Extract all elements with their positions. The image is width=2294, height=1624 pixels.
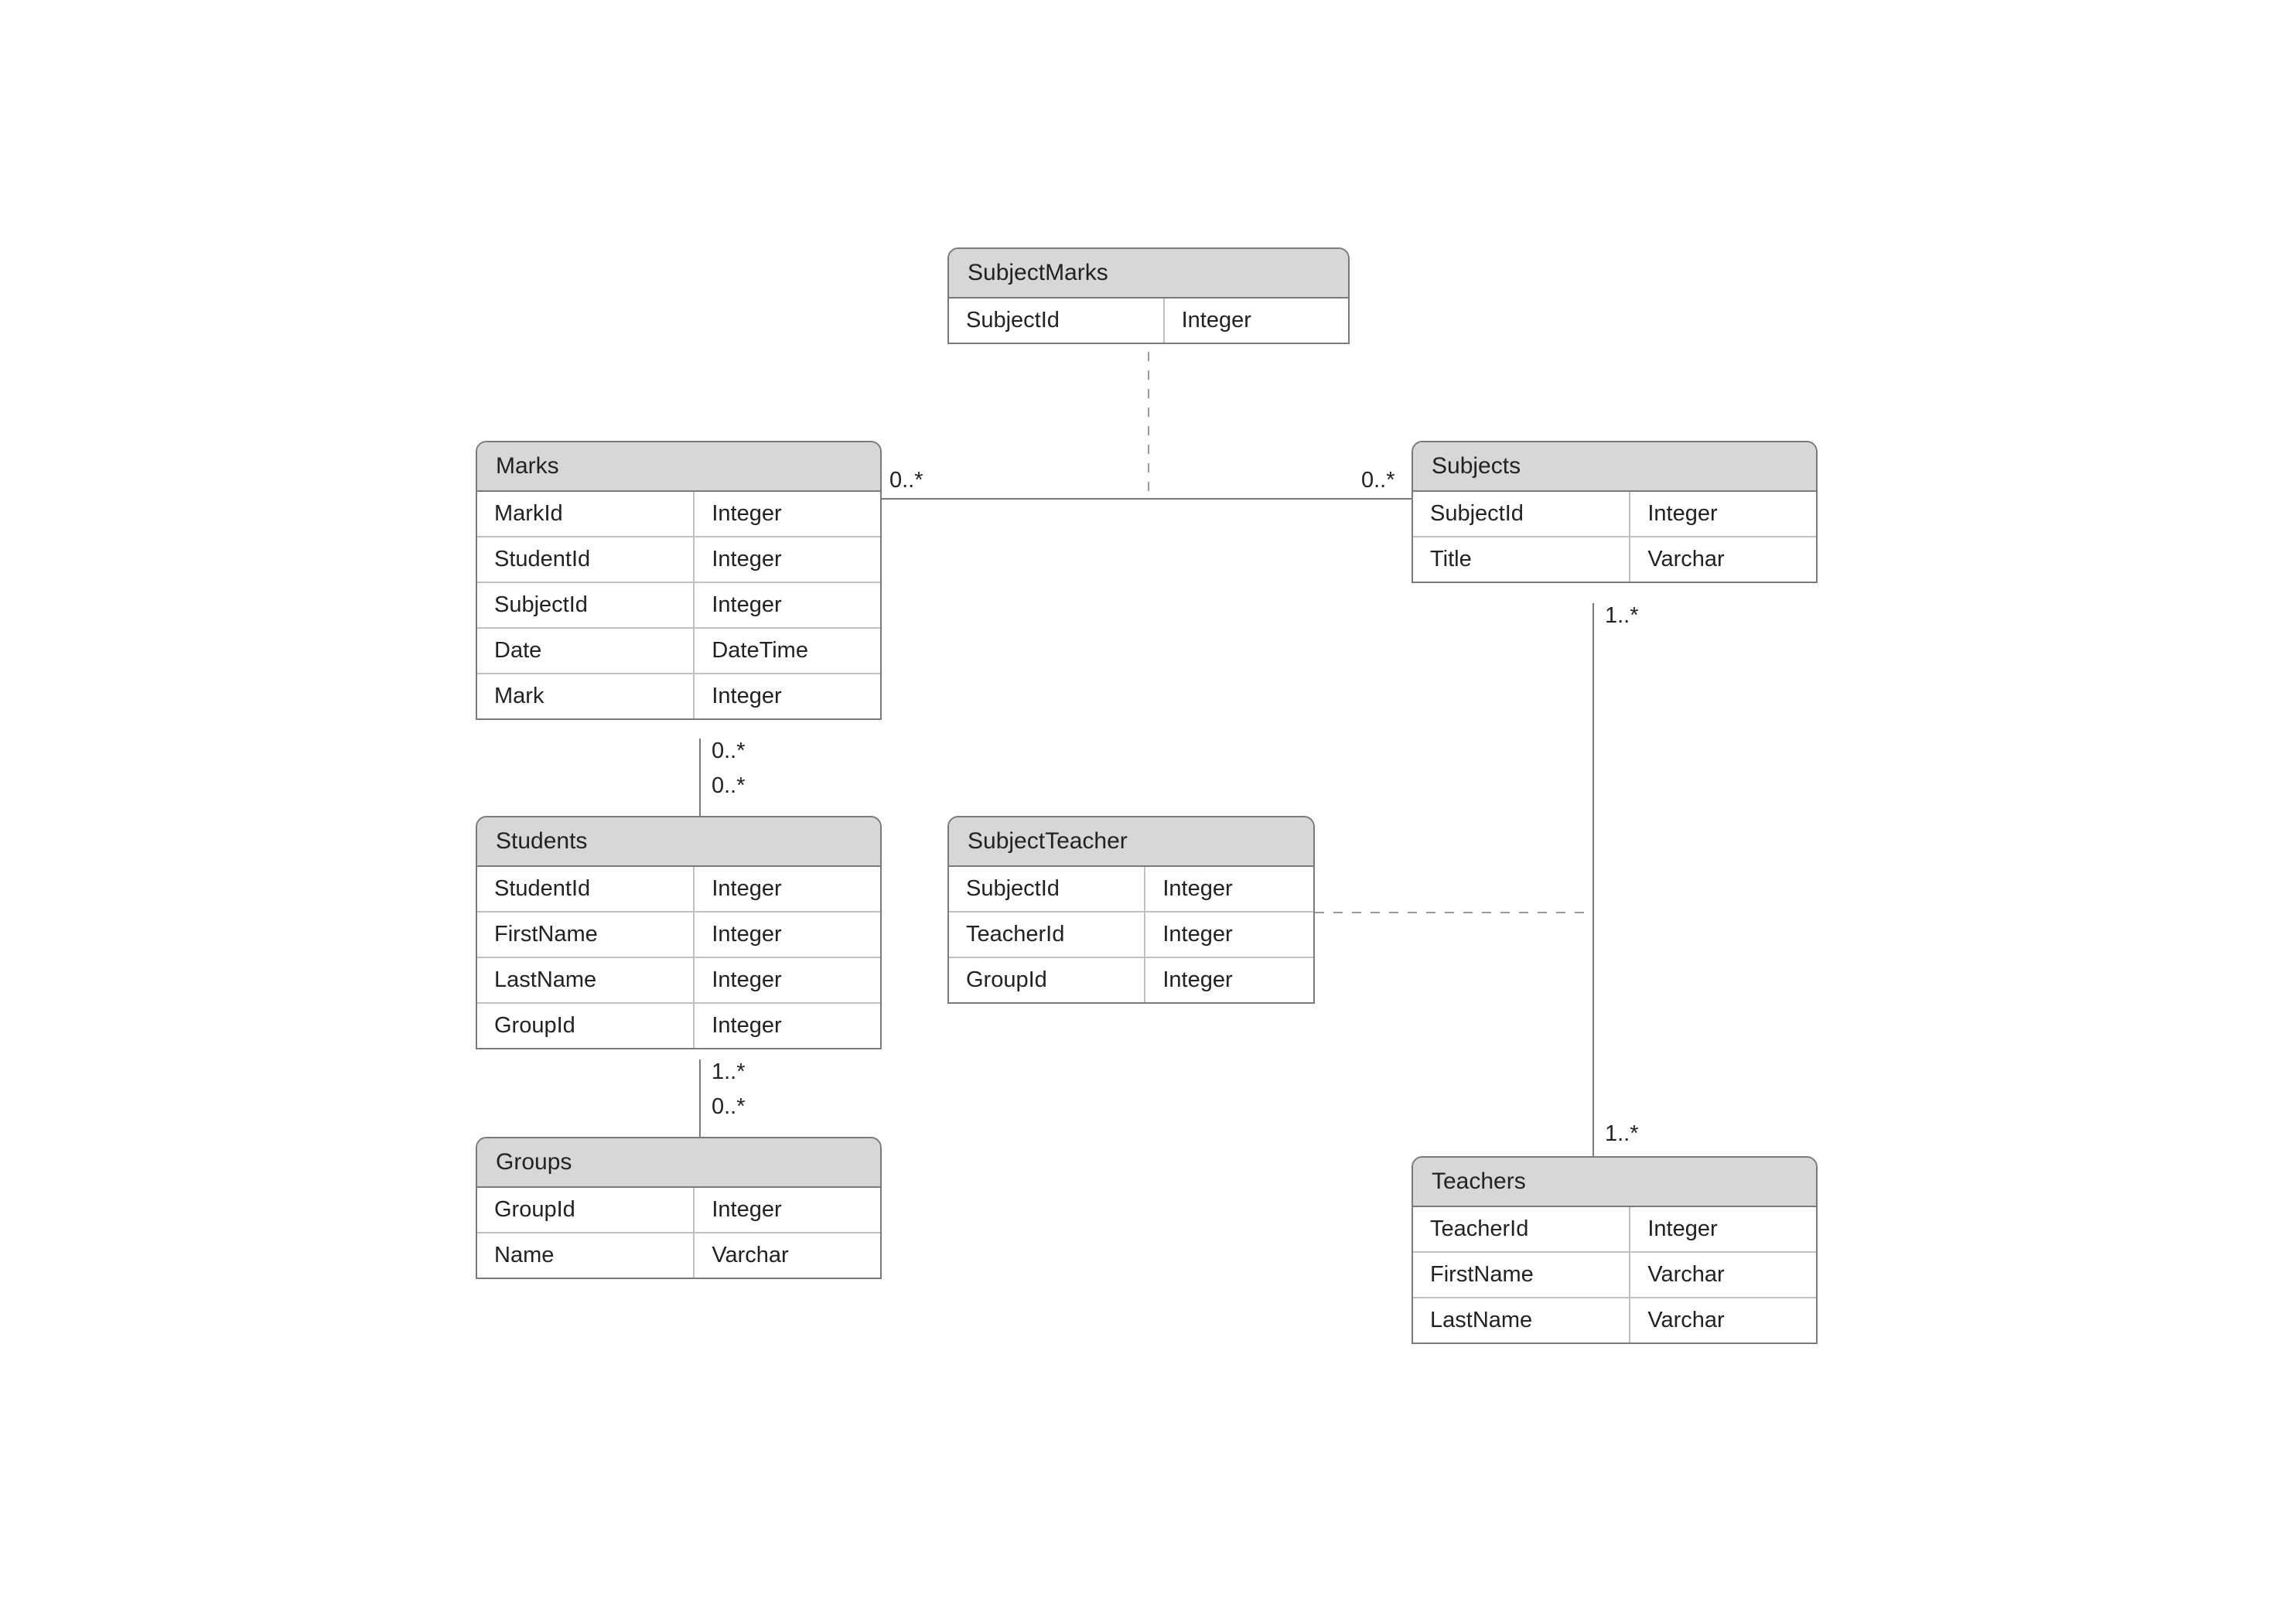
- field-name: SubjectId: [949, 867, 1145, 911]
- field-type: Integer: [695, 583, 880, 627]
- er-diagram-canvas: SubjectMarks SubjectId Integer Marks Mar…: [0, 0, 2294, 1624]
- field-row: Title Varchar: [1413, 537, 1816, 582]
- field-type: Integer: [1145, 958, 1313, 1002]
- field-name: LastName: [477, 958, 695, 1002]
- field-row: TeacherId Integer: [949, 913, 1313, 958]
- field-type: Varchar: [1630, 537, 1816, 582]
- multiplicity-label: 0..*: [712, 739, 746, 764]
- field-name: SubjectId: [1413, 492, 1630, 536]
- entity-subjectteacher[interactable]: SubjectTeacher SubjectId Integer Teacher…: [947, 816, 1315, 1004]
- entity-title: Students: [477, 817, 880, 867]
- field-row: FirstName Integer: [477, 913, 880, 958]
- field-row: StudentId Integer: [477, 537, 880, 583]
- field-row: SubjectId Integer: [949, 867, 1313, 913]
- multiplicity-label: 0..*: [1361, 468, 1395, 493]
- field-type: Varchar: [1630, 1298, 1816, 1343]
- multiplicity-label: 0..*: [889, 468, 923, 493]
- field-row: FirstName Varchar: [1413, 1253, 1816, 1298]
- field-type: Integer: [1630, 1207, 1816, 1251]
- field-name: SubjectId: [477, 583, 695, 627]
- field-row: MarkId Integer: [477, 492, 880, 537]
- field-row: GroupId Integer: [949, 958, 1313, 1002]
- field-row: GroupId Integer: [477, 1188, 880, 1233]
- field-name: StudentId: [477, 867, 695, 911]
- field-type: Integer: [695, 674, 880, 718]
- field-name: GroupId: [477, 1188, 695, 1232]
- field-row: LastName Varchar: [1413, 1298, 1816, 1343]
- field-name: GroupId: [477, 1004, 695, 1048]
- field-row: Name Varchar: [477, 1233, 880, 1278]
- field-name: Name: [477, 1233, 695, 1278]
- entity-subjects[interactable]: Subjects SubjectId Integer Title Varchar: [1412, 441, 1818, 583]
- entity-fields: SubjectId Integer: [949, 299, 1348, 343]
- field-row: StudentId Integer: [477, 867, 880, 913]
- entity-fields: StudentId Integer FirstName Integer Last…: [477, 867, 880, 1048]
- entity-fields: TeacherId Integer FirstName Varchar Last…: [1413, 1207, 1816, 1343]
- field-row: Mark Integer: [477, 674, 880, 718]
- field-type: Integer: [1630, 492, 1816, 536]
- entity-fields: SubjectId Integer TeacherId Integer Grou…: [949, 867, 1313, 1002]
- field-name: Mark: [477, 674, 695, 718]
- entity-marks[interactable]: Marks MarkId Integer StudentId Integer S…: [476, 441, 882, 720]
- field-row: LastName Integer: [477, 958, 880, 1004]
- entity-students[interactable]: Students StudentId Integer FirstName Int…: [476, 816, 882, 1049]
- field-name: Date: [477, 629, 695, 673]
- field-name: LastName: [1413, 1298, 1630, 1343]
- field-type: Integer: [1145, 867, 1313, 911]
- field-type: Integer: [695, 913, 880, 957]
- field-type: Integer: [1145, 913, 1313, 957]
- field-name: SubjectId: [949, 299, 1165, 343]
- entity-fields: SubjectId Integer Title Varchar: [1413, 492, 1816, 582]
- field-row: TeacherId Integer: [1413, 1207, 1816, 1253]
- field-type: Integer: [695, 492, 880, 536]
- field-name: FirstName: [1413, 1253, 1630, 1297]
- entity-teachers[interactable]: Teachers TeacherId Integer FirstName Var…: [1412, 1156, 1818, 1344]
- field-type: Integer: [695, 867, 880, 911]
- entity-title: SubjectMarks: [949, 249, 1348, 299]
- field-type: Integer: [1165, 299, 1348, 343]
- field-type: Varchar: [1630, 1253, 1816, 1297]
- field-row: Date DateTime: [477, 629, 880, 674]
- field-type: Integer: [695, 1188, 880, 1232]
- field-row: GroupId Integer: [477, 1004, 880, 1048]
- field-type: Integer: [695, 1004, 880, 1048]
- entity-subjectmarks[interactable]: SubjectMarks SubjectId Integer: [947, 247, 1350, 344]
- field-row: SubjectId Integer: [949, 299, 1348, 343]
- field-name: FirstName: [477, 913, 695, 957]
- field-type: Integer: [695, 958, 880, 1002]
- entity-groups[interactable]: Groups GroupId Integer Name Varchar: [476, 1137, 882, 1279]
- entity-fields: GroupId Integer Name Varchar: [477, 1188, 880, 1278]
- multiplicity-label: 0..*: [712, 773, 746, 799]
- entity-title: Subjects: [1413, 442, 1816, 492]
- connector-layer: [0, 0, 2294, 1624]
- entity-title: Teachers: [1413, 1158, 1816, 1207]
- entity-fields: MarkId Integer StudentId Integer Subject…: [477, 492, 880, 718]
- field-type: Varchar: [695, 1233, 880, 1278]
- field-name: Title: [1413, 537, 1630, 582]
- field-name: StudentId: [477, 537, 695, 582]
- multiplicity-label: 0..*: [712, 1094, 746, 1120]
- field-type: DateTime: [695, 629, 880, 673]
- multiplicity-label: 1..*: [712, 1059, 746, 1085]
- entity-title: Groups: [477, 1138, 880, 1188]
- field-type: Integer: [695, 537, 880, 582]
- multiplicity-label: 1..*: [1605, 603, 1639, 629]
- field-name: GroupId: [949, 958, 1145, 1002]
- field-name: TeacherId: [949, 913, 1145, 957]
- field-name: TeacherId: [1413, 1207, 1630, 1251]
- entity-title: Marks: [477, 442, 880, 492]
- field-row: SubjectId Integer: [477, 583, 880, 629]
- multiplicity-label: 1..*: [1605, 1121, 1639, 1147]
- field-row: SubjectId Integer: [1413, 492, 1816, 537]
- entity-title: SubjectTeacher: [949, 817, 1313, 867]
- field-name: MarkId: [477, 492, 695, 536]
